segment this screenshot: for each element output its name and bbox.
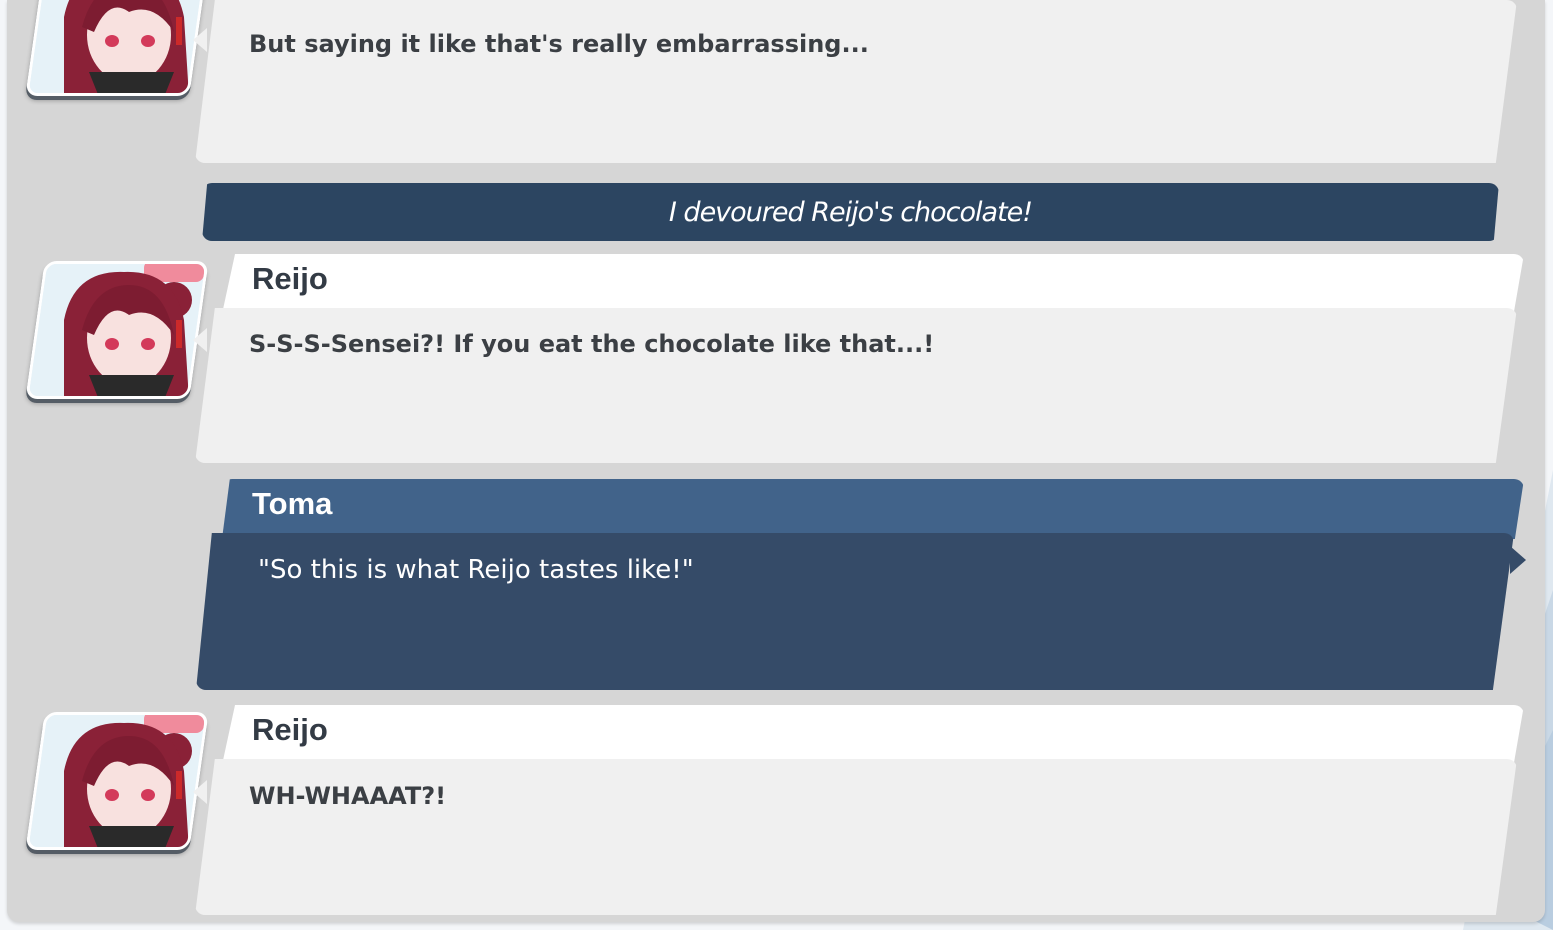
reijo-avatar — [25, 712, 209, 850]
message-text: WH-WHAAAT?! — [249, 782, 447, 810]
message-text: But saying it like that's really embarra… — [249, 30, 869, 58]
speaker-name-bar — [222, 254, 1524, 314]
reijo-avatar — [25, 261, 209, 399]
reijo-portrait-icon — [25, 261, 209, 399]
bubble-tail — [193, 28, 207, 52]
event-text: I devoured Reijo's chocolate! — [668, 196, 1033, 228]
message-bubble — [195, 0, 1517, 163]
bubble-tail — [193, 780, 207, 804]
dialogue-log-panel[interactable]: But saying it like that's really embarra… — [7, 0, 1545, 922]
player-bubble-tail — [1510, 546, 1526, 574]
bubble-tail — [193, 328, 207, 352]
speaker-name: Reijo — [252, 712, 328, 747]
message-text: S-S-S-Sensei?! If you eat the chocolate … — [249, 330, 935, 358]
player-message-text: "So this is what Reijo tastes like!" — [258, 555, 694, 585]
reijo-avatar — [25, 0, 209, 96]
reijo-portrait-icon — [25, 0, 209, 96]
event-banner: I devoured Reijo's chocolate! — [202, 183, 1499, 241]
reijo-portrait-icon — [25, 712, 209, 850]
speaker-name-bar — [222, 705, 1524, 765]
speaker-name: Reijo — [252, 261, 328, 296]
player-name: Toma — [252, 486, 333, 521]
player-name-bar — [222, 479, 1524, 539]
